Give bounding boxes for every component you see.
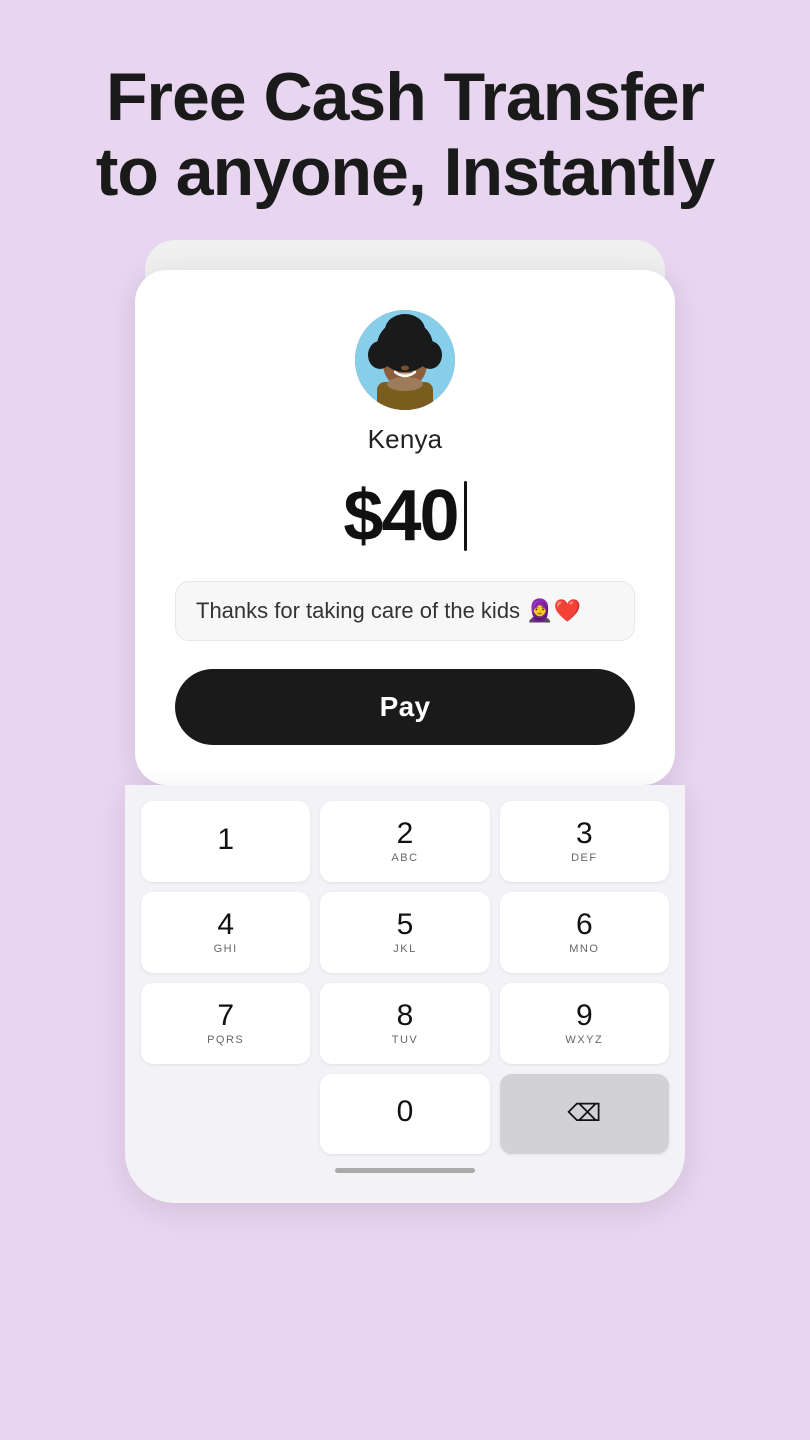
key-empty: [141, 1074, 310, 1154]
headline: Free Cash Transfer to anyone, Instantly: [56, 60, 755, 210]
headline-line2: to anyone, Instantly: [96, 134, 715, 210]
key-delete[interactable]: ⌫: [500, 1074, 669, 1154]
key-4[interactable]: 4 GHI: [141, 892, 310, 973]
recipient-name: Kenya: [368, 424, 443, 455]
payment-card: Kenya $40 Pay: [135, 270, 675, 785]
key-1[interactable]: 1: [141, 801, 310, 882]
key-0[interactable]: 0: [320, 1074, 489, 1154]
note-input[interactable]: [175, 581, 635, 641]
keypad: 1 2 ABC 3 DEF 4 GHI 5 JKL 6 MNO: [141, 801, 669, 1154]
key-7[interactable]: 7 PQRS: [141, 983, 310, 1064]
headline-line1: Free Cash Transfer: [106, 59, 704, 135]
amount-text: $40: [343, 475, 457, 557]
key-3[interactable]: 3 DEF: [500, 801, 669, 882]
key-2[interactable]: 2 ABC: [320, 801, 489, 882]
home-indicator: [335, 1168, 475, 1173]
key-5[interactable]: 5 JKL: [320, 892, 489, 973]
key-9[interactable]: 9 WXYZ: [500, 983, 669, 1064]
key-8[interactable]: 8 TUV: [320, 983, 489, 1064]
pay-button[interactable]: Pay: [175, 669, 635, 745]
key-6[interactable]: 6 MNO: [500, 892, 669, 973]
avatar: [355, 310, 455, 410]
phone-bottom: 1 2 ABC 3 DEF 4 GHI 5 JKL 6 MNO: [125, 785, 685, 1203]
amount-row: $40: [343, 475, 466, 557]
phone-container: Kenya $40 Pay 1 2 ABC 3 DEF 4: [125, 270, 685, 1203]
text-cursor: [464, 481, 467, 551]
